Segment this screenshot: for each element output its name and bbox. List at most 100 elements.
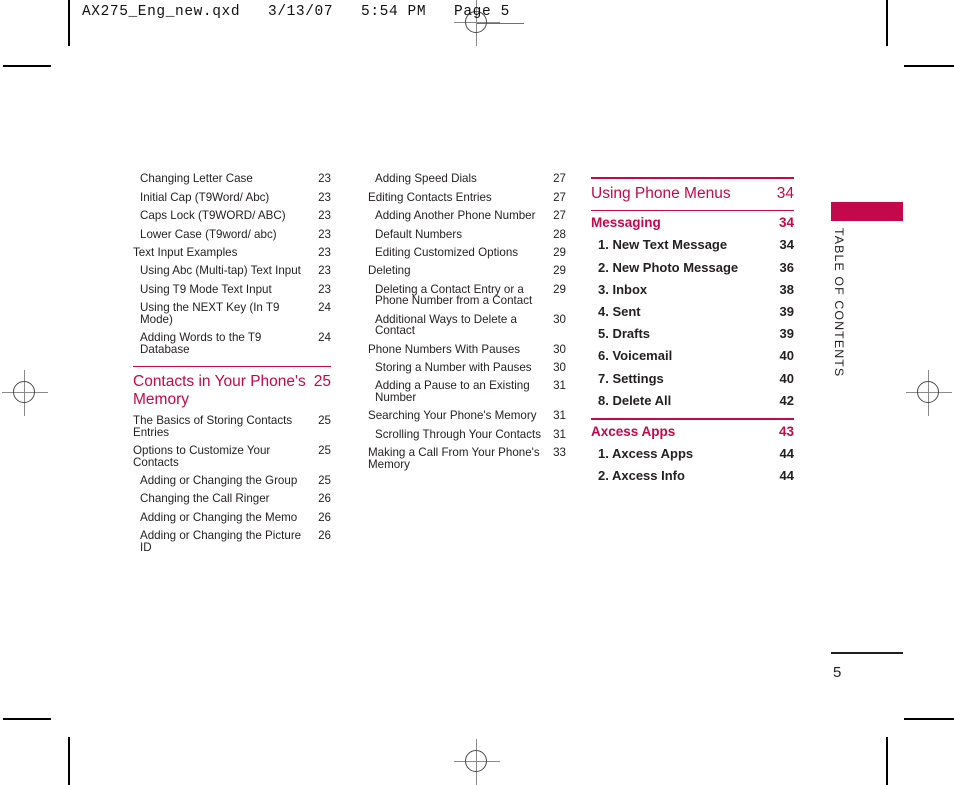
toc-entry[interactable]: Phone Numbers With Pauses 30 xyxy=(368,340,566,358)
toc-entry-page-number: 39 xyxy=(779,326,794,342)
toc-entry-label: Changing the Call Ringer xyxy=(140,492,270,506)
toc-menu-entry[interactable]: 5. Drafts 39 xyxy=(598,323,794,345)
toc-divider-rule xyxy=(591,418,794,420)
toc-entry-label: Adding or Changing the Group xyxy=(140,473,298,487)
toc-menu-entry[interactable]: 1. New Text Message 34 xyxy=(598,234,794,256)
toc-subentry[interactable]: Adding a Pause to an Existing Number 31 xyxy=(375,377,566,407)
toc-subentry[interactable]: Caps Lock (T9WORD/ ABC) 23 xyxy=(140,207,331,225)
toc-subentry[interactable]: Storing a Number with Pauses 30 xyxy=(375,359,566,377)
toc-entry-page-number: 40 xyxy=(779,370,794,386)
toc-divider-rule xyxy=(591,209,794,212)
toc-subentry[interactable]: Adding Speed Dials 27 xyxy=(375,170,566,188)
toc-section-heading[interactable]: Using Phone Menus 34 xyxy=(591,185,794,203)
toc-entry-page-number: 23 xyxy=(318,264,331,278)
toc-column-1: Changing Letter Case 23 Initial Cap (T9Wor… xyxy=(133,170,331,557)
toc-entry-page-number: 42 xyxy=(779,392,794,408)
toc-entry-label: Adding a Pause to an Existing Number xyxy=(375,379,530,404)
toc-menu-entry[interactable]: 3. Inbox 38 xyxy=(598,278,794,300)
toc-entry-label: Editing Contacts Entries xyxy=(368,190,492,204)
section-tab-marker xyxy=(831,202,903,221)
toc-entry-label: 2. New Photo Message xyxy=(598,259,739,275)
toc-entry-label: Using Abc (Multi-tap) Text Input xyxy=(140,264,301,278)
toc-menu-entry[interactable]: 2. Axcess Info 44 xyxy=(598,464,794,486)
toc-subentry[interactable]: Adding Another Phone Number 27 xyxy=(375,207,566,225)
toc-entry[interactable]: Making a Call From Your Phone's Memory 33 xyxy=(368,444,566,474)
toc-entry-page-number: 23 xyxy=(318,190,331,204)
toc-entry-label: Adding Speed Dials xyxy=(375,172,477,186)
toc-menu-entry[interactable]: 6. Voicemail 40 xyxy=(598,345,794,367)
toc-menu-entry[interactable]: 2. New Photo Message 36 xyxy=(598,256,794,278)
toc-entry-page-number: 25 xyxy=(318,443,331,457)
toc-menu-entry[interactable]: 7. Settings 40 xyxy=(598,367,794,389)
toc-entry[interactable]: Deleting 29 xyxy=(368,262,566,280)
toc-subentry[interactable]: Changing Letter Case 23 xyxy=(140,170,331,188)
toc-entry-label: 5. Drafts xyxy=(598,326,651,342)
toc-entry-label: Caps Lock (T9WORD/ ABC) xyxy=(140,209,286,223)
toc-entry-page-number: 27 xyxy=(553,209,566,223)
toc-entry-page-number: 25 xyxy=(313,373,331,391)
toc-subentry[interactable]: Adding or Changing the Memo 26 xyxy=(140,508,331,526)
toc-subsection-heading[interactable]: Messaging 34 xyxy=(591,216,794,230)
toc-entry-label: 2. Axcess Info xyxy=(598,468,685,484)
toc-entry-page-number: 30 xyxy=(553,342,566,356)
toc-subentry[interactable]: Using Abc (Multi-tap) Text Input 23 xyxy=(140,262,331,280)
toc-entry-label: Adding Another Phone Number xyxy=(375,209,536,223)
toc-subentry[interactable]: Lower Case (T9word/ abc) 23 xyxy=(140,225,331,243)
toc-subentry[interactable]: Using T9 Mode Text Input 23 xyxy=(140,280,331,298)
toc-entry-label: Editing Customized Options xyxy=(375,245,519,259)
toc-entry-page-number: 25 xyxy=(318,473,331,487)
toc-entry[interactable]: Editing Contacts Entries 27 xyxy=(368,188,566,206)
toc-entry-page-number: 31 xyxy=(553,379,566,393)
toc-entry-label: 3. Inbox xyxy=(598,281,648,297)
toc-subentry[interactable]: Using the NEXT Key (In T9 Mode) 24 xyxy=(140,299,331,329)
toc-subentry[interactable]: Changing the Call Ringer 26 xyxy=(140,490,331,508)
toc-section-heading[interactable]: Contacts in Your Phone's Memory 25 xyxy=(133,373,331,410)
toc-menu-entry[interactable]: 1. Axcess Apps 44 xyxy=(598,442,794,464)
toc-subentry[interactable]: Default Numbers 28 xyxy=(375,225,566,243)
toc-subentry[interactable]: Initial Cap (T9Word/ Abc) 23 xyxy=(140,188,331,206)
toc-entry-label: The Basics of Storing Contacts Entries xyxy=(133,414,293,439)
toc-menu-entry[interactable]: 4. Sent 39 xyxy=(598,300,794,322)
toc-entry[interactable]: Searching Your Phone's Memory 31 xyxy=(368,407,566,425)
toc-entry-page-number: 25 xyxy=(318,414,331,428)
toc-entry-label: Default Numbers xyxy=(375,227,462,241)
toc-entry-label: Initial Cap (T9Word/ Abc) xyxy=(140,190,270,204)
toc-entry-label: Deleting xyxy=(368,264,411,278)
toc-entry-page-number: 34 xyxy=(776,184,794,202)
toc-entry-page-number: 36 xyxy=(779,259,794,275)
toc-divider-rule xyxy=(133,365,331,368)
toc-subsection-heading[interactable]: Axcess Apps 43 xyxy=(591,425,794,439)
toc-entry-page-number: 24 xyxy=(318,301,331,315)
toc-entry-page-number: 34 xyxy=(778,215,794,231)
toc-entry-page-number: 43 xyxy=(778,423,794,439)
toc-entry-page-number: 39 xyxy=(779,303,794,319)
toc-subentry[interactable]: Adding or Changing the Group 25 xyxy=(140,472,331,490)
toc-entry[interactable]: Text Input Examples 23 xyxy=(133,244,331,262)
toc-entry-label: 1. New Text Message xyxy=(598,237,728,253)
toc-subentry[interactable]: Deleting a Contact Entry or a Phone Numb… xyxy=(375,280,566,310)
toc-entry-label: Adding or Changing the Memo xyxy=(140,510,298,524)
toc-subentry[interactable]: Additional Ways to Delete a Contact 30 xyxy=(375,310,566,340)
toc-entry-label: 8. Delete All xyxy=(598,392,672,408)
toc-column-3: Using Phone Menus 34 Messaging 34 1. New Tex… xyxy=(591,170,794,487)
toc-subentry[interactable]: Adding Words to the T9 Database 24 xyxy=(140,329,331,359)
toc-entry-label: Phone Numbers With Pauses xyxy=(368,342,521,356)
toc-entry-label: Using T9 Mode Text Input xyxy=(140,282,272,296)
toc-divider-rule xyxy=(591,177,794,179)
toc-entry[interactable]: Options to Customize Your Contacts 25 xyxy=(133,442,331,472)
folio-divider xyxy=(831,652,903,654)
toc-entry-label: Adding Words to the T9 Database xyxy=(140,330,262,356)
toc-entry-page-number: 29 xyxy=(553,264,566,278)
toc-menu-entry[interactable]: 8. Delete All 42 xyxy=(598,389,794,411)
toc-subentry[interactable]: Adding or Changing the Picture ID 26 xyxy=(140,527,331,557)
table-of-contents: Changing Letter Case 23 Initial Cap (T9Wor… xyxy=(0,0,954,785)
toc-subentry[interactable]: Scrolling Through Your Contacts 31 xyxy=(375,425,566,443)
toc-entry-label: Text Input Examples xyxy=(133,245,238,259)
toc-entry-page-number: 33 xyxy=(553,446,566,460)
toc-subentry[interactable]: Editing Customized Options 29 xyxy=(375,244,566,262)
toc-entry-page-number: 26 xyxy=(318,492,331,506)
toc-entry-label: Contacts in Your Phone's Memory xyxy=(133,373,306,409)
toc-entry[interactable]: The Basics of Storing Contacts Entries 25 xyxy=(133,412,331,442)
toc-entry-page-number: 44 xyxy=(779,468,794,484)
toc-entry-page-number: 27 xyxy=(553,190,566,204)
